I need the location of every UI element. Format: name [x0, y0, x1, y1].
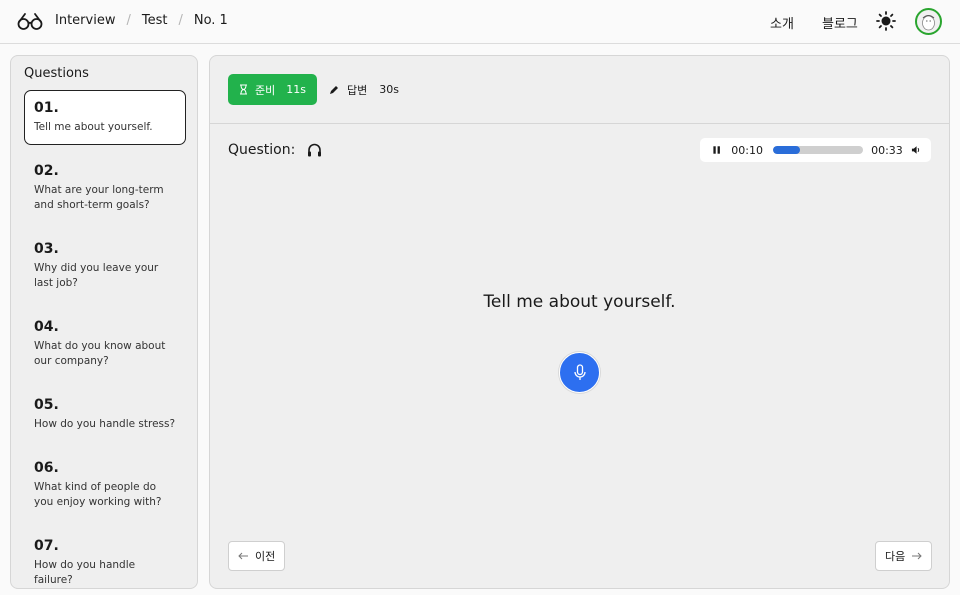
- prep-value: 11s: [286, 83, 306, 96]
- question-text: Why did you leave your last job?: [34, 262, 159, 289]
- prep-timer-badge: 준비 11s: [228, 74, 317, 105]
- question-item-01[interactable]: 01. Tell me about yourself.: [24, 90, 186, 145]
- question-number: 03.: [34, 241, 59, 257]
- question-text: What are your long-term and short-term g…: [34, 184, 164, 211]
- player-progress-fill: [772, 146, 800, 154]
- audio-player: 00:10 00:33: [700, 138, 931, 162]
- breadcrumb-separator: /: [178, 13, 183, 28]
- timer-bar: 준비 11s 답변 30s: [210, 56, 949, 124]
- sun-icon[interactable]: [876, 11, 896, 31]
- player-total-time: 00:33: [871, 143, 903, 157]
- headphones-icon[interactable]: [307, 143, 322, 157]
- question-label: Question:: [228, 142, 296, 158]
- question-number: 01.: [34, 100, 59, 116]
- arrow-right-icon: [912, 552, 922, 560]
- question-item-06[interactable]: 06. What kind of people do you enjoy wor…: [24, 450, 186, 520]
- pencil-icon: [330, 85, 338, 94]
- volume-icon[interactable]: [911, 145, 921, 155]
- question-number: 02.: [34, 163, 59, 179]
- prev-label: 이전: [255, 550, 276, 563]
- top-bar: Interview / Test / No. 1 소개 블로그: [0, 0, 960, 44]
- nav-blog-link[interactable]: 블로그: [822, 13, 858, 32]
- prep-label: 준비: [255, 83, 276, 97]
- prev-button[interactable]: 이전: [228, 541, 286, 571]
- avatar[interactable]: [915, 8, 942, 35]
- current-question-text: Tell me about yourself.: [483, 292, 676, 312]
- arrow-left-icon: [238, 552, 248, 560]
- breadcrumb-separator: /: [126, 13, 131, 28]
- record-button[interactable]: [559, 352, 600, 393]
- question-item-02[interactable]: 02. What are your long-term and short-te…: [24, 153, 186, 223]
- microphone-icon: [573, 363, 586, 380]
- nav-about-link[interactable]: 소개: [770, 13, 794, 32]
- interview-panel: 준비 11s 답변 30s Question: 00:10 00:33 Tell…: [209, 55, 950, 589]
- hourglass-icon: [240, 84, 247, 95]
- next-label: 다음: [885, 550, 906, 563]
- answer-timer-badge: 답변 30s: [329, 74, 399, 105]
- breadcrumb-current: No. 1: [193, 13, 228, 28]
- questions-sidebar: Questions 01. Tell me about yourself. 02…: [10, 55, 198, 589]
- player-current-time: 00:10: [731, 143, 763, 157]
- question-number: 07.: [34, 538, 59, 554]
- pause-icon[interactable]: [712, 145, 721, 155]
- breadcrumb: Interview / Test / No. 1: [55, 13, 228, 28]
- question-number: 04.: [34, 319, 59, 335]
- question-heading: Question:: [228, 142, 322, 158]
- next-button[interactable]: 다음: [875, 541, 933, 571]
- question-number: 06.: [34, 460, 59, 476]
- glasses-logo-icon[interactable]: [17, 11, 43, 31]
- player-progress-bar[interactable]: [772, 146, 864, 154]
- answer-label: 답변: [347, 83, 368, 97]
- sidebar-title: Questions: [24, 66, 89, 81]
- breadcrumb-interview[interactable]: Interview: [55, 13, 115, 28]
- breadcrumb-test[interactable]: Test: [142, 13, 168, 28]
- question-item-03[interactable]: 03. Why did you leave your last job?: [24, 231, 186, 301]
- question-text: Tell me about yourself.: [34, 121, 153, 133]
- question-item-07[interactable]: 07. How do you handle failure?: [24, 528, 186, 588]
- question-text: What do you know about our company?: [34, 340, 166, 367]
- question-number: 05.: [34, 397, 59, 413]
- question-text: How do you handle stress?: [34, 418, 176, 430]
- question-item-05[interactable]: 05. How do you handle stress?: [24, 387, 186, 442]
- question-item-04[interactable]: 04. What do you know about our company?: [24, 309, 186, 379]
- question-text: What kind of people do you enjoy working…: [34, 481, 162, 508]
- avatar-face-icon: [922, 15, 935, 31]
- answer-value: 30s: [379, 83, 399, 96]
- question-text: How do you handle failure?: [34, 559, 136, 586]
